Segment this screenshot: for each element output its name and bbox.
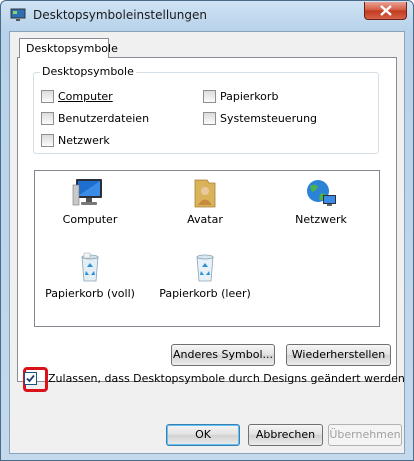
close-icon	[380, 5, 392, 16]
checkbox-box[interactable]	[41, 90, 54, 103]
checkbox-box[interactable]	[24, 372, 37, 385]
icon-caption: Papierkorb (leer)	[159, 287, 251, 300]
checkbox-label: Systemsteuerung	[220, 112, 318, 125]
tab-desktopsymbole[interactable]: Desktopsymbole	[19, 38, 118, 58]
cancel-button[interactable]: Abbrechen	[248, 424, 323, 446]
computer-icon	[72, 179, 102, 206]
icon-item-netzwerk[interactable]: Netzwerk	[271, 177, 371, 226]
icon-caption: Netzwerk	[295, 213, 347, 226]
checkbox-label: Netzwerk	[58, 134, 110, 147]
desktop-icons-group: Desktopsymbole Computer Papierkorb Benut…	[33, 65, 379, 154]
checkmark-icon	[26, 374, 35, 383]
allow-themes-label[interactable]: Zulassen, dass Desktopsymbole durch Desi…	[48, 372, 405, 385]
recycle-bin-full-icon	[81, 252, 99, 282]
icon-caption: Computer	[62, 213, 118, 226]
checkbox-label: Benutzerdateien	[58, 112, 150, 125]
checkbox-label: Computer	[58, 90, 113, 103]
checkbox-box[interactable]	[203, 112, 216, 125]
ok-button[interactable]: OK	[166, 424, 240, 446]
tab-panel: Desktopsymbole Computer Papierkorb Benut…	[17, 57, 397, 382]
dialog-body: Desktopsymbole Desktopsymbole Computer P…	[9, 31, 405, 454]
restore-default-button[interactable]: Wiederherstellen	[286, 344, 391, 366]
icon-caption: Papierkorb (voll)	[45, 287, 135, 300]
close-button[interactable]	[364, 2, 407, 20]
tab-label: Desktopsymbole	[26, 42, 118, 55]
recycle-bin-empty-icon	[196, 254, 214, 282]
icon-caption: Avatar	[187, 213, 223, 226]
icon-item-computer[interactable]: Computer	[40, 177, 140, 226]
title-bar[interactable]: Desktopsymboleinstellungen	[1, 1, 413, 31]
icon-listview[interactable]: Computer Avatar Netzwerk Papierkorb (vol…	[34, 170, 380, 327]
change-icon-button[interactable]: Anderes Symbol...	[171, 344, 275, 366]
display-settings-icon	[10, 8, 26, 21]
icon-item-avatar[interactable]: Avatar	[155, 177, 255, 226]
checkbox-box[interactable]	[41, 134, 54, 147]
checkbox-box[interactable]	[203, 90, 216, 103]
user-folder-icon	[194, 179, 216, 208]
icon-item-recycle-bin-empty[interactable]: Papierkorb (leer)	[155, 251, 255, 300]
apply-button[interactable]: Übernehmen	[328, 424, 402, 446]
group-legend: Desktopsymbole	[40, 65, 136, 78]
checkbox-box[interactable]	[41, 112, 54, 125]
checkbox-label: Papierkorb	[220, 90, 279, 103]
network-globe-icon	[307, 180, 336, 206]
dialog-window: Desktopsymboleinstellungen Desktopsymbol…	[0, 0, 414, 461]
icon-item-recycle-bin-full[interactable]: Papierkorb (voll)	[40, 251, 140, 300]
window-title: Desktopsymboleinstellungen	[33, 8, 207, 22]
